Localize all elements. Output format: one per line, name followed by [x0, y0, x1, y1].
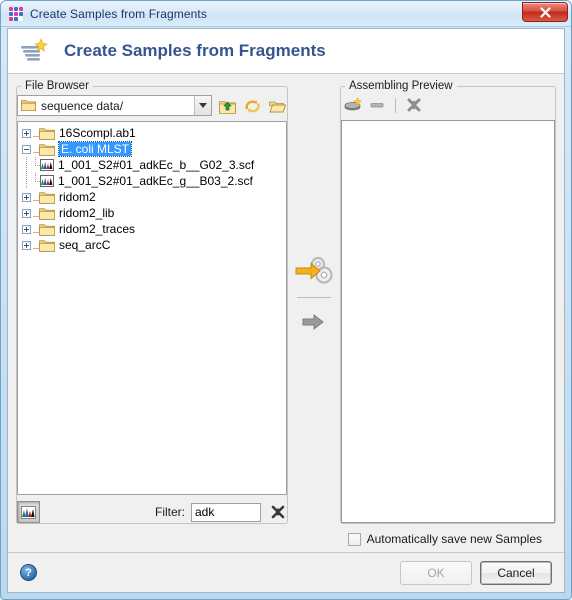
- header-banner: Create Samples from Fragments: [8, 29, 564, 74]
- folder-icon: [39, 191, 55, 204]
- panels-row: File Browser sequence data/ 16Scompl.ab1…: [16, 80, 556, 524]
- collapse-icon[interactable]: [22, 144, 31, 154]
- expand-icon[interactable]: [22, 192, 31, 202]
- tree-item-label: 1_001_S2#01_adkEc_g__B03_2.scf: [58, 174, 253, 188]
- dialog-window: Create Samples from Fragments Create Sam…: [0, 0, 572, 600]
- app-icon: [8, 6, 23, 21]
- autosave-checkbox[interactable]: [347, 532, 361, 546]
- trace-file-icon: [40, 159, 54, 171]
- tree-item[interactable]: ridom2_traces: [18, 221, 286, 237]
- file-browser-panel: File Browser sequence data/ 16Scompl.ab1…: [16, 80, 288, 524]
- filter-row: Filter:: [17, 501, 287, 523]
- folder-icon: [39, 143, 55, 156]
- folder-icon: [21, 98, 36, 114]
- tree-item-label: 16Scompl.ab1: [59, 126, 136, 140]
- tree-item-label: ridom2: [59, 190, 96, 204]
- expand-icon[interactable]: [22, 128, 31, 138]
- remove-sample-button[interactable]: [367, 95, 387, 115]
- assembling-preview-legend: Assembling Preview: [349, 80, 453, 92]
- cancel-button[interactable]: Cancel: [480, 560, 552, 585]
- folder-icon: [39, 207, 55, 220]
- file-tree[interactable]: 16Scompl.ab1 E. coli MLST 1_001_S2#01_adkE…: [17, 121, 287, 495]
- tree-item-label: ridom2_traces: [59, 222, 136, 236]
- filter-label: Filter:: [155, 505, 185, 519]
- delete-all-button[interactable]: [404, 95, 424, 115]
- tree-guide: [22, 157, 31, 173]
- expand-icon[interactable]: [22, 208, 31, 218]
- tree-elbow: [31, 173, 41, 189]
- tree-item-label: 1_001_S2#01_adkEc_b__G02_3.scf: [58, 158, 255, 172]
- close-button[interactable]: [522, 2, 568, 22]
- path-toolbar: sequence data/: [17, 95, 287, 116]
- ok-button[interactable]: OK: [400, 560, 472, 585]
- tree-item[interactable]: ridom2: [18, 189, 286, 205]
- trace-file-icon: [40, 175, 54, 187]
- assemble-button[interactable]: [294, 255, 334, 291]
- tree-elbow: [31, 157, 41, 173]
- folder-up-button[interactable]: [217, 96, 237, 116]
- folder-icon: [39, 223, 55, 236]
- tree-item[interactable]: 1_001_S2#01_adkEc_b__G02_3.scf: [18, 157, 286, 173]
- help-button[interactable]: ?: [20, 564, 37, 581]
- toolbar-separator: [395, 97, 396, 113]
- autosave-label: Automatically save new Samples: [366, 532, 542, 546]
- client-area: Create Samples from Fragments File Brows…: [7, 28, 565, 593]
- show-traces-toggle[interactable]: [17, 501, 40, 523]
- folder-icon: [39, 127, 55, 140]
- path-combobox[interactable]: sequence data/: [17, 95, 212, 116]
- transfer-column: [288, 80, 340, 524]
- tree-guide: [22, 173, 31, 189]
- assembling-preview-list[interactable]: [341, 120, 555, 523]
- clear-filter-button[interactable]: [271, 505, 285, 519]
- autosave-row: Automatically save new Samples: [16, 524, 556, 546]
- transfer-separator: [297, 297, 331, 298]
- tree-item[interactable]: E. coli MLST: [18, 141, 286, 157]
- tree-item[interactable]: 16Scompl.ab1: [18, 125, 286, 141]
- expand-icon[interactable]: [22, 240, 31, 250]
- window-title: Create Samples from Fragments: [30, 6, 207, 21]
- folder-icon: [39, 239, 55, 252]
- chevron-down-icon[interactable]: [194, 96, 211, 115]
- create-samples-icon: [20, 37, 50, 65]
- tree-item-label: ridom2_lib: [59, 206, 115, 220]
- dialog-buttons: OK Cancel: [400, 560, 552, 585]
- page-title: Create Samples from Fragments: [64, 41, 326, 60]
- tree-item-label: E. coli MLST: [57, 141, 133, 157]
- tree-item[interactable]: ridom2_lib: [18, 205, 286, 221]
- tree-item[interactable]: seq_arcC: [18, 237, 286, 253]
- path-value: sequence data/: [41, 98, 124, 113]
- add-sample-button[interactable]: [343, 95, 363, 115]
- filter-input[interactable]: [191, 502, 261, 522]
- open-folder-button[interactable]: [267, 96, 287, 116]
- tree-item[interactable]: 1_001_S2#01_adkEc_g__B03_2.scf: [18, 173, 286, 189]
- assembling-preview-panel: Assembling Preview: [340, 80, 556, 524]
- tree-nodes: 16Scompl.ab1 E. coli MLST 1_001_S2#01_adkE…: [18, 125, 286, 253]
- refresh-button[interactable]: [242, 96, 262, 116]
- dialog-body: File Browser sequence data/ 16Scompl.ab1…: [8, 74, 564, 546]
- dialog-footer: ? OK Cancel: [8, 552, 564, 592]
- add-button[interactable]: [294, 304, 334, 340]
- file-browser-legend: File Browser: [25, 80, 89, 92]
- preview-toolbar: [343, 94, 555, 116]
- title-bar: Create Samples from Fragments: [1, 1, 571, 27]
- tree-item-label: seq_arcC: [59, 238, 111, 252]
- expand-icon[interactable]: [22, 224, 31, 234]
